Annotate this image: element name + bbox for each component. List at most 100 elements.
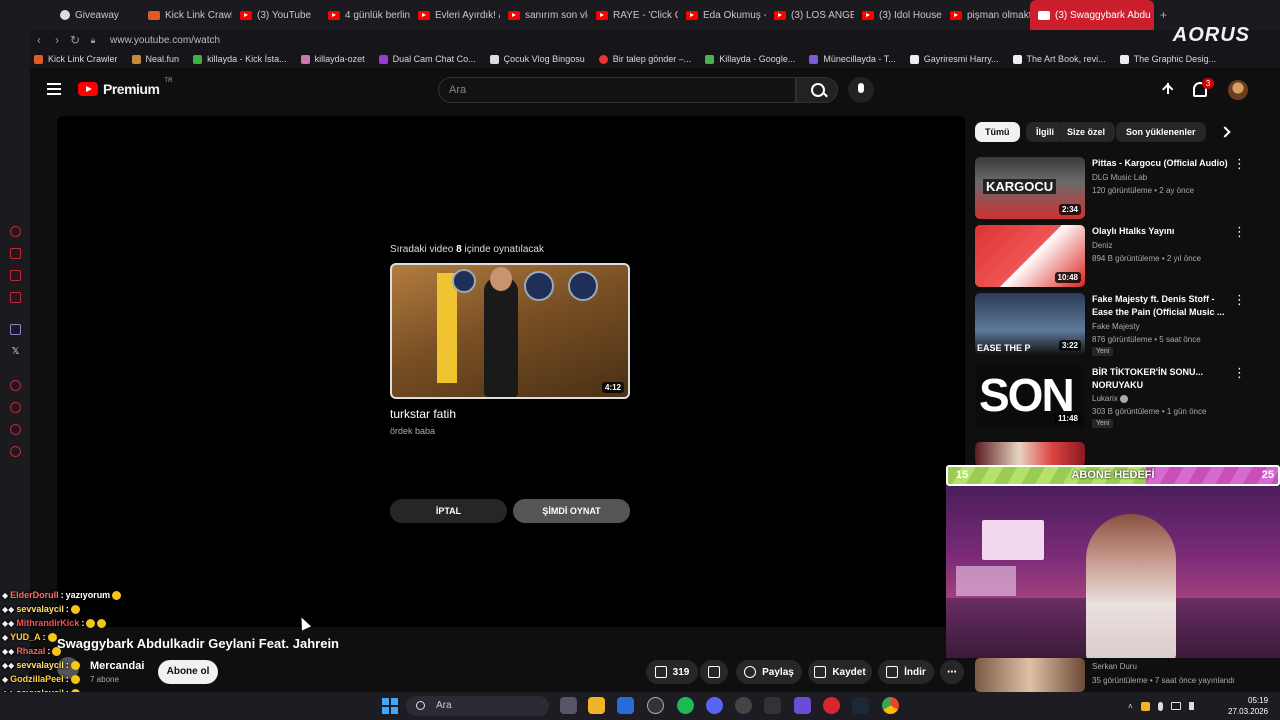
taskbar-clock[interactable]: 05:19 27.03.2026: [1228, 695, 1268, 717]
history-icon[interactable]: [10, 226, 21, 237]
task-view-icon[interactable]: [560, 697, 577, 714]
tab-eda-okumus[interactable]: Eda Okumuş - Y: [678, 0, 766, 30]
more-vertical-icon[interactable]: [1233, 292, 1246, 308]
recommendation-item[interactable]: 10:48 Olaylı Htalks Yayını Deniz 894 B g…: [975, 224, 1255, 287]
more-actions-button[interactable]: ⋯: [940, 660, 964, 684]
shopping-icon[interactable]: [10, 248, 21, 259]
more-vertical-icon[interactable]: [1233, 224, 1246, 240]
steam-icon[interactable]: [852, 697, 869, 714]
hamburger-menu-icon[interactable]: [47, 83, 61, 95]
bookmark-item[interactable]: killayda-ozet: [300, 54, 365, 64]
opera-browser-icon[interactable]: [823, 697, 840, 714]
recommendation-item[interactable]: [975, 442, 1255, 466]
recommendation-thumbnail[interactable]: 10:48: [975, 225, 1085, 287]
recommendation-thumbnail[interactable]: [975, 658, 1085, 692]
bookmark-item[interactable]: Kick Link Crawler: [34, 54, 118, 64]
microphone-tray-icon[interactable]: [1157, 701, 1163, 711]
clock-icon[interactable]: [10, 402, 21, 413]
forward-icon[interactable]: ›: [48, 33, 66, 47]
gmail-icon[interactable]: [10, 292, 21, 303]
share-button[interactable]: Paylaş: [736, 660, 802, 684]
up-next-thumbnail[interactable]: 4:12: [390, 263, 630, 399]
more-vertical-icon[interactable]: [1233, 365, 1246, 381]
recommendation-title[interactable]: Fake Majesty ft. Denis Stoff - Ease the …: [1092, 293, 1235, 319]
bookmark-item[interactable]: Killayda - Google...: [705, 54, 795, 64]
play-now-button[interactable]: ŞİMDİ OYNAT: [513, 499, 630, 523]
youtube-premium-logo[interactable]: Premium TR: [78, 78, 172, 97]
bookmark-item[interactable]: Gayriresmi Harry...: [909, 54, 999, 64]
reload-icon[interactable]: ↻: [66, 33, 84, 47]
recommendation-title[interactable]: Olaylı Htalks Yayını: [1092, 225, 1235, 238]
tab-swaggybark-active[interactable]: (3) Swaggybark Abdu: [1030, 0, 1154, 30]
spotify-icon[interactable]: [677, 697, 694, 714]
more-vertical-icon[interactable]: [1233, 156, 1246, 172]
up-next-title[interactable]: turkstar fatih: [390, 407, 632, 421]
chip-all[interactable]: Tümü: [975, 122, 1020, 142]
recommendation-item[interactable]: KARGOCU 2:34 Pittas - Kargocu (Official …: [975, 156, 1255, 219]
messenger-icon[interactable]: [10, 270, 21, 281]
file-explorer-icon[interactable]: [588, 697, 605, 714]
chrome-icon[interactable]: [882, 697, 899, 714]
discord-icon[interactable]: [706, 697, 723, 714]
chevron-right-icon[interactable]: [1218, 125, 1232, 139]
recommendation-thumbnail[interactable]: KARGOCU 2:34: [975, 157, 1085, 219]
recommendation-thumbnail[interactable]: SON 11:48: [975, 366, 1085, 428]
bookmark-item[interactable]: The Graphic Desig...: [1119, 54, 1216, 64]
recommendation-thumbnail[interactable]: EASE THE P 3:22: [975, 293, 1085, 355]
url-field[interactable]: www.youtube.com/watch: [110, 35, 220, 46]
windows-start-icon[interactable]: [382, 698, 398, 714]
chip-for-you[interactable]: Size özel: [1057, 122, 1116, 142]
tab-idol-house[interactable]: (3) Idol House: [854, 0, 942, 30]
player-icon[interactable]: [10, 380, 21, 391]
tab-youtube[interactable]: (3) YouTube: [232, 0, 320, 30]
bookmark-item[interactable]: Çocuk Vlog Bingosu: [489, 54, 585, 64]
upload-icon[interactable]: [1160, 82, 1176, 98]
tab-evleri-ayirdik[interactable]: Evleri Ayırdık! /: [410, 0, 500, 30]
save-button[interactable]: Kaydet: [808, 660, 872, 684]
network-icon[interactable]: [1170, 702, 1181, 710]
volume-icon[interactable]: [1188, 702, 1198, 710]
bookmark-item[interactable]: Dual Cam Chat Co...: [378, 54, 476, 64]
recommendation-item[interactable]: SON 11:48 BİR TİKTOKER'İN SONU... NORUYA…: [975, 365, 1255, 428]
search-input[interactable]: Ara: [438, 77, 796, 103]
back-icon[interactable]: ‹: [30, 33, 48, 47]
app-icon[interactable]: [764, 697, 781, 714]
video-player[interactable]: Sıradaki video 8 içinde oynatılacak 4:12…: [57, 116, 965, 627]
taskbar-search[interactable]: Ara: [406, 696, 549, 716]
recommendation-item[interactable]: EASE THE P 3:22 Fake Majesty ft. Denis S…: [975, 292, 1255, 356]
tab-son-vlog[interactable]: sanırım son vlog: [500, 0, 588, 30]
recommendation-item[interactable]: Serkan Duru 35 görüntüleme • 7 saat önce…: [975, 658, 1255, 692]
settings-gear-icon[interactable]: [735, 697, 752, 714]
settings-icon[interactable]: [10, 446, 21, 457]
tray-app-icon[interactable]: [1140, 701, 1150, 711]
bookmark-item[interactable]: Bir talep gönder –...: [598, 54, 691, 64]
chevron-up-icon[interactable]: ˄: [1128, 702, 1133, 711]
tab-giveaway[interactable]: Giveaway: [52, 0, 140, 30]
search-icon[interactable]: [796, 77, 838, 103]
apps-grid-icon[interactable]: [794, 697, 811, 714]
account-avatar[interactable]: [1228, 80, 1248, 100]
like-button[interactable]: 319: [646, 660, 698, 684]
tab-raye[interactable]: RAYE - 'Click Cl: [588, 0, 678, 30]
bookmark-item[interactable]: Münecillayda - T...: [809, 54, 896, 64]
recommendation-thumbnail[interactable]: [975, 442, 1085, 466]
recommendation-title[interactable]: Pittas - Kargocu (Official Audio): [1092, 157, 1235, 170]
bookmarks-icon[interactable]: [10, 424, 21, 435]
chip-recently-uploaded[interactable]: Son yüklenenler: [1116, 122, 1206, 142]
recommendation-title[interactable]: BİR TİKTOKER'İN SONU... NORUYAKU: [1092, 366, 1235, 392]
bookmark-item[interactable]: killayda - Kick İsta...: [193, 54, 287, 64]
tab-berlin[interactable]: 4 günlük berlin: [320, 0, 410, 30]
tab-pisman[interactable]: pişman olmakta: [942, 0, 1030, 30]
steelseries-icon[interactable]: [647, 697, 664, 714]
tab-los-angeles[interactable]: (3) LOS ANGELE: [766, 0, 854, 30]
new-tab-icon[interactable]: +: [1160, 8, 1167, 22]
x-twitter-icon[interactable]: 𝕏: [10, 346, 21, 357]
twitch-icon[interactable]: [10, 324, 21, 335]
bookmark-item[interactable]: The Art Book, revi...: [1012, 54, 1106, 64]
tab-kick-link-crawler[interactable]: Kick Link Crawl: [140, 0, 232, 30]
microphone-icon[interactable]: [848, 77, 874, 103]
mail-icon[interactable]: [617, 697, 634, 714]
dislike-button[interactable]: [700, 660, 728, 684]
cancel-autoplay-button[interactable]: İPTAL: [390, 499, 507, 523]
download-button[interactable]: İndir: [878, 660, 934, 684]
